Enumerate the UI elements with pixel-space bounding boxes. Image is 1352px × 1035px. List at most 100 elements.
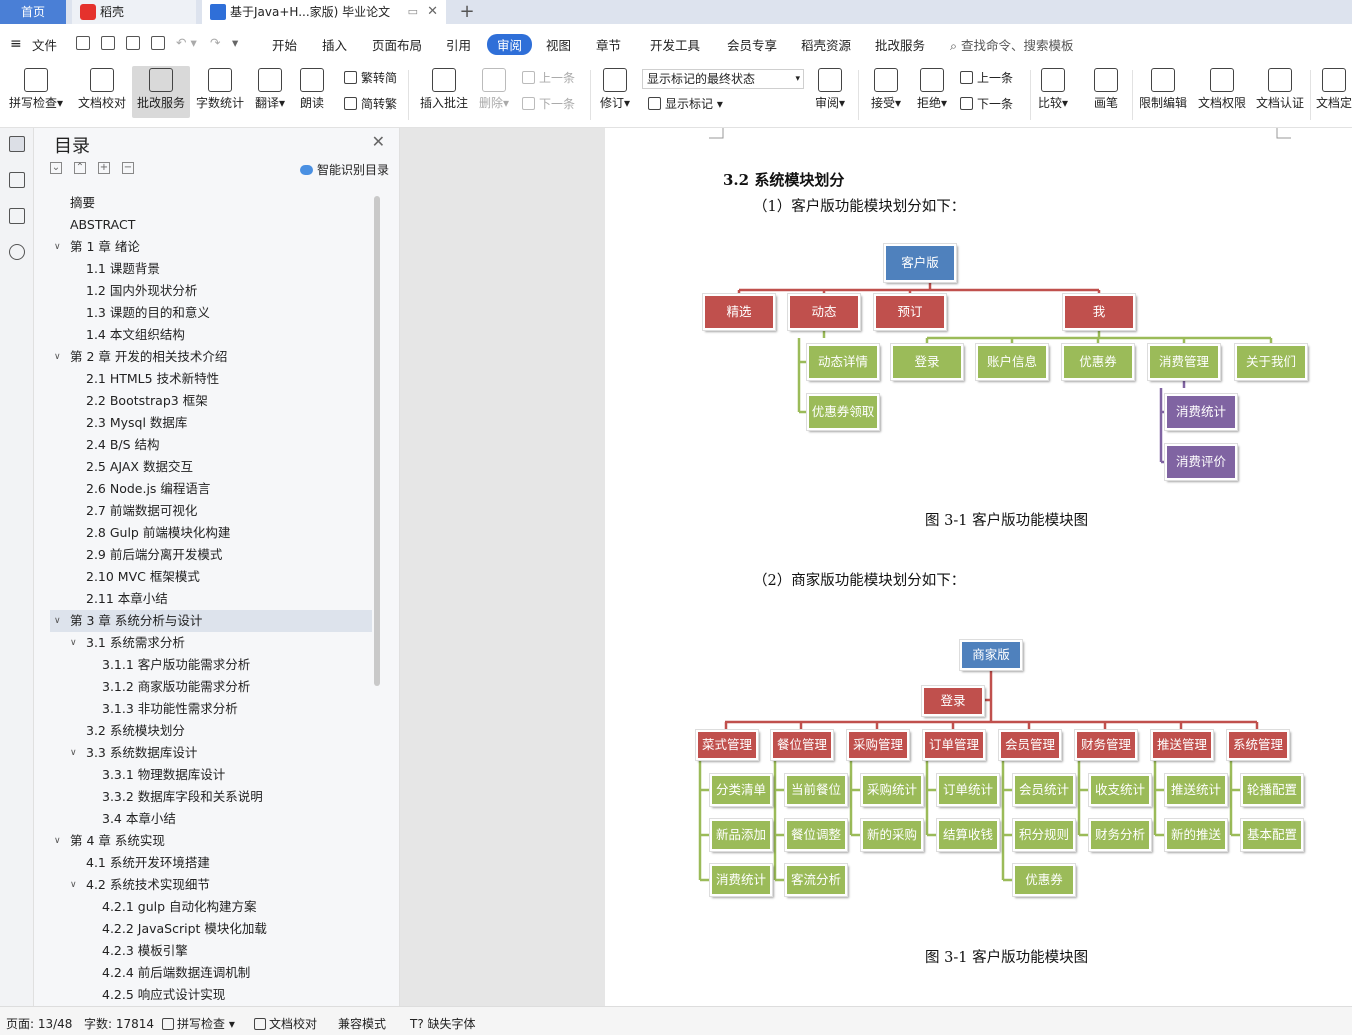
chevron-down-icon[interactable]: ∨: [70, 742, 77, 764]
menu-member[interactable]: 会员专享: [727, 35, 777, 54]
tab-close-icon[interactable]: ✕: [427, 0, 438, 24]
toc-item[interactable]: 3.1.3 非功能性需求分析: [50, 698, 372, 720]
toc-item[interactable]: 2.9 前后端分离开发模式: [50, 544, 372, 566]
chapter-nav-icon[interactable]: [9, 172, 25, 188]
remove-heading-icon[interactable]: −: [122, 162, 134, 174]
accept-button[interactable]: 接受▾: [866, 66, 906, 118]
spell-check-status[interactable]: 拼写检查 ▾: [162, 1015, 235, 1032]
doc-certify-button[interactable]: 文档认证: [1252, 66, 1308, 118]
toc-item[interactable]: 4.2.2 JavaScript 模块化加载: [50, 918, 372, 940]
bookmark-icon[interactable]: [9, 208, 25, 224]
hamburger-icon[interactable]: ≡: [10, 36, 22, 52]
toc-item[interactable]: 2.10 MVC 框架模式: [50, 566, 372, 588]
track-changes-button[interactable]: 修订▾: [596, 66, 634, 118]
chevron-down-icon[interactable]: ∨: [54, 346, 61, 368]
chevron-down-icon[interactable]: ∨: [54, 830, 61, 852]
save-icon[interactable]: [76, 36, 90, 50]
tab-daoke[interactable]: 稻壳: [72, 0, 196, 24]
insert-comment-button[interactable]: 插入批注: [416, 66, 472, 118]
toc-item[interactable]: ∨ 3.1 系统需求分析: [50, 632, 372, 654]
pen-button[interactable]: 画笔: [1086, 66, 1126, 118]
toc-item[interactable]: 2.3 Mysql 数据库: [50, 412, 372, 434]
tab-home[interactable]: 首页: [0, 0, 66, 24]
doc-permission-button[interactable]: 文档权限: [1194, 66, 1250, 118]
add-heading-icon[interactable]: +: [98, 162, 110, 174]
toc-item[interactable]: 2.5 AJAX 数据交互: [50, 456, 372, 478]
toc-item[interactable]: 3.1.2 商家版功能需求分析: [50, 676, 372, 698]
simp-to-trad-button[interactable]: 简转繁: [344, 94, 397, 114]
next-comment-button[interactable]: 下一条: [522, 94, 575, 114]
toc-item[interactable]: ∨ 第 3 章 系统分析与设计: [50, 610, 372, 632]
menu-page-layout[interactable]: 页面布局: [372, 35, 422, 54]
toc-item[interactable]: 1.1 课题背景: [50, 258, 372, 280]
toc-item[interactable]: 1.4 本文组织结构: [50, 324, 372, 346]
doc-proofread-button[interactable]: 文档校对: [72, 66, 132, 118]
proofread-status[interactable]: 文档校对: [254, 1015, 317, 1032]
toc-item[interactable]: ∨ 第 1 章 绪论: [50, 236, 372, 258]
toc-item[interactable]: 2.1 HTML5 技术新特性: [50, 368, 372, 390]
read-aloud-button[interactable]: 朗读: [294, 66, 330, 118]
toc-item[interactable]: 4.2.5 响应式设计实现: [50, 984, 372, 1000]
toc-item[interactable]: ∨ 第 2 章 开发的相关技术介绍: [50, 346, 372, 368]
restrict-editing-button[interactable]: 限制编辑: [1136, 66, 1190, 118]
toc-item[interactable]: 4.2.3 模板引擎: [50, 940, 372, 962]
spell-check-button[interactable]: 拼写检查▾: [4, 66, 68, 118]
toc-item[interactable]: 4.2.4 前后端数据连调机制: [50, 962, 372, 984]
toc-item[interactable]: 3.4 本章小结: [50, 808, 372, 830]
toc-item[interactable]: 2.4 B/S 结构: [50, 434, 372, 456]
new-tab-button[interactable]: +: [456, 0, 478, 24]
toc-item[interactable]: 摘要: [50, 192, 372, 214]
menu-daoke-resources[interactable]: 稻壳资源: [801, 35, 851, 54]
toc-item[interactable]: 2.11 本章小结: [50, 588, 372, 610]
tab-document[interactable]: 基于Java+H...家版) 毕业论文 ▭ ✕: [202, 0, 446, 24]
document-page[interactable]: 3.2 系统模块划分 （1）客户版功能模块划分如下： 客户版 精选 动态 预订 我动态详…: [605, 128, 1352, 1006]
menu-view[interactable]: 视图: [546, 35, 571, 54]
menu-chapter[interactable]: 章节: [596, 35, 621, 54]
menu-review[interactable]: 审阅: [487, 34, 533, 55]
reject-button[interactable]: 拒绝▾: [912, 66, 952, 118]
missing-font-status[interactable]: T? 缺失字体: [410, 1015, 476, 1032]
chevron-down-icon[interactable]: ∨: [70, 874, 77, 896]
doc-finalize-button[interactable]: 文档定: [1316, 66, 1352, 118]
show-markup-button[interactable]: 显示标记 ▾: [648, 94, 723, 114]
print-icon[interactable]: [126, 36, 140, 50]
compare-button[interactable]: 比较▾: [1034, 66, 1072, 118]
toc-item[interactable]: 3.3.1 物理数据库设计: [50, 764, 372, 786]
toc-item[interactable]: 1.2 国内外现状分析: [50, 280, 372, 302]
word-count-status[interactable]: 字数: 17814: [84, 1015, 154, 1032]
correction-service-button[interactable]: 批改服务: [132, 66, 190, 118]
smart-toc-button[interactable]: 智能识别目录: [299, 161, 389, 178]
expand-up-icon[interactable]: ⌃: [74, 162, 86, 174]
chevron-down-icon[interactable]: ∨: [54, 610, 61, 632]
toc-item[interactable]: 4.1 系统开发环境搭建: [50, 852, 372, 874]
toc-panel-icon[interactable]: [9, 136, 25, 152]
toc-item[interactable]: 3.1.1 客户版功能需求分析: [50, 654, 372, 676]
toc-scrollbar[interactable]: [374, 196, 380, 686]
menu-start[interactable]: 开始: [272, 35, 297, 54]
tab-pin-icon[interactable]: ▭: [408, 0, 418, 24]
prev-change-button[interactable]: 上一条: [960, 68, 1013, 88]
menu-file[interactable]: 文件: [32, 35, 57, 54]
toc-item[interactable]: ∨ 3.3 系统数据库设计: [50, 742, 372, 764]
toc-item[interactable]: ∨ 4.2 系统技术实现细节: [50, 874, 372, 896]
toc-item[interactable]: 2.8 Gulp 前端模块化构建: [50, 522, 372, 544]
trad-to-simp-button[interactable]: 繁转简: [344, 68, 397, 88]
toc-item[interactable]: 2.7 前端数据可视化: [50, 500, 372, 522]
toc-item[interactable]: 2.6 Node.js 编程语言: [50, 478, 372, 500]
undo-icon[interactable]: ↶ ▾: [176, 35, 197, 50]
toc-item[interactable]: ∨ 第 4 章 系统实现: [50, 830, 372, 852]
quick-access-more-icon[interactable]: ▾: [232, 35, 238, 50]
toc-item[interactable]: 4.2.1 gulp 自动化构建方案: [50, 896, 372, 918]
toc-item[interactable]: 3.2 系统模块划分: [50, 720, 372, 742]
chevron-down-icon[interactable]: ∨: [54, 236, 61, 258]
redo-icon[interactable]: ↷: [210, 35, 220, 50]
delete-comment-button[interactable]: 删除▾: [474, 66, 514, 118]
collapse-all-icon[interactable]: ⌄: [50, 162, 62, 174]
menu-correction-service[interactable]: 批改服务: [875, 35, 925, 54]
page-indicator[interactable]: 页面: 13/48: [6, 1015, 72, 1032]
export-pdf-icon[interactable]: [101, 36, 115, 50]
chevron-down-icon[interactable]: ∨: [70, 632, 77, 654]
toc-item[interactable]: ABSTRACT: [50, 214, 372, 236]
toc-item[interactable]: 2.2 Bootstrap3 框架: [50, 390, 372, 412]
toc-item[interactable]: 3.3.2 数据库字段和关系说明: [50, 786, 372, 808]
